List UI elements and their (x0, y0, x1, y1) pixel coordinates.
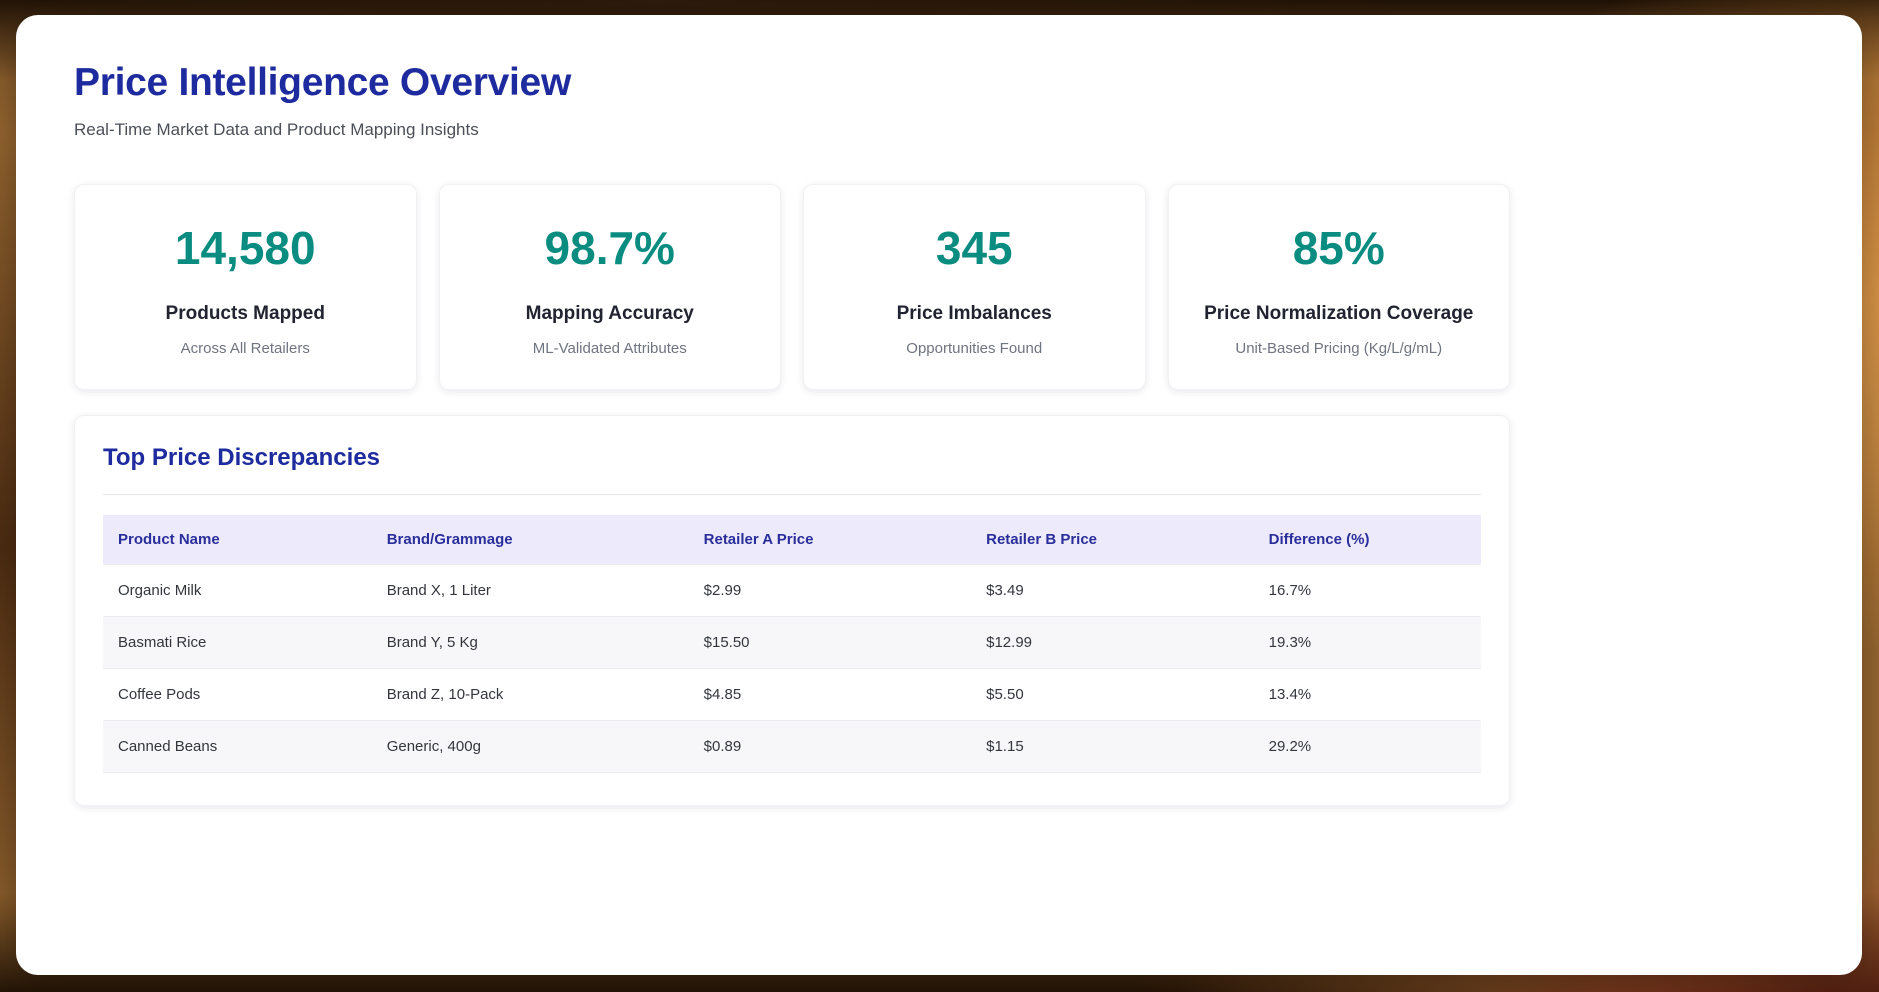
column-header-difference: Difference (%) (1254, 515, 1481, 565)
column-header-retailer-a-price: Retailer A Price (689, 515, 971, 565)
stat-sublabel: ML-Validated Attributes (450, 340, 771, 357)
cell-product-name: Basmati Rice (103, 617, 372, 669)
table-row: Basmati Rice Brand Y, 5 Kg $15.50 $12.99… (103, 617, 1481, 669)
stat-sublabel: Opportunities Found (814, 340, 1135, 357)
price-discrepancies-table: Product Name Brand/Grammage Retailer A P… (103, 515, 1481, 773)
stat-value: 98.7% (450, 221, 771, 275)
page-subtitle: Real-Time Market Data and Product Mappin… (74, 120, 1510, 140)
column-header-product-name: Product Name (103, 515, 372, 565)
stat-label: Price Normalization Coverage (1179, 303, 1500, 325)
cell-product-name: Organic Milk (103, 565, 372, 617)
cell-retailer-a-price: $2.99 (689, 565, 971, 617)
stat-label: Mapping Accuracy (450, 303, 771, 325)
stat-label: Price Imbalances (814, 303, 1135, 325)
cell-retailer-a-price: $0.89 (689, 721, 971, 773)
cell-brand-grammage: Brand Y, 5 Kg (372, 617, 689, 669)
cell-difference: 19.3% (1254, 617, 1481, 669)
cell-retailer-a-price: $4.85 (689, 669, 971, 721)
table-header-row: Product Name Brand/Grammage Retailer A P… (103, 515, 1481, 565)
stat-value: 345 (814, 221, 1135, 275)
cell-retailer-b-price: $1.15 (971, 721, 1253, 773)
cell-brand-grammage: Generic, 400g (372, 721, 689, 773)
table-row: Canned Beans Generic, 400g $0.89 $1.15 2… (103, 721, 1481, 773)
cell-product-name: Coffee Pods (103, 669, 372, 721)
cell-retailer-b-price: $12.99 (971, 617, 1253, 669)
cell-retailer-b-price: $3.49 (971, 565, 1253, 617)
stat-label: Products Mapped (85, 303, 406, 325)
cell-brand-grammage: Brand X, 1 Liter (372, 565, 689, 617)
table-row: Coffee Pods Brand Z, 10-Pack $4.85 $5.50… (103, 669, 1481, 721)
stat-card-price-imbalances: 345 Price Imbalances Opportunities Found (803, 184, 1146, 390)
column-header-brand-grammage: Brand/Grammage (372, 515, 689, 565)
cell-product-name: Canned Beans (103, 721, 372, 773)
dashboard-content: Price Intelligence Overview Real-Time Ma… (74, 61, 1510, 806)
cell-difference: 13.4% (1254, 669, 1481, 721)
cell-retailer-a-price: $15.50 (689, 617, 971, 669)
price-discrepancies-card: Top Price Discrepancies Product Name Bra… (74, 415, 1510, 806)
stat-card-products-mapped: 14,580 Products Mapped Across All Retail… (74, 184, 417, 390)
column-header-retailer-b-price: Retailer B Price (971, 515, 1253, 565)
stat-card-mapping-accuracy: 98.7% Mapping Accuracy ML-Validated Attr… (439, 184, 782, 390)
stat-sublabel: Across All Retailers (85, 340, 406, 357)
table-row: Organic Milk Brand X, 1 Liter $2.99 $3.4… (103, 565, 1481, 617)
page-title: Price Intelligence Overview (74, 61, 1510, 105)
stats-row: 14,580 Products Mapped Across All Retail… (74, 184, 1510, 390)
stat-card-normalization-coverage: 85% Price Normalization Coverage Unit-Ba… (1168, 184, 1511, 390)
cell-retailer-b-price: $5.50 (971, 669, 1253, 721)
stat-sublabel: Unit-Based Pricing (Kg/L/g/mL) (1179, 340, 1500, 357)
cell-difference: 16.7% (1254, 565, 1481, 617)
cell-difference: 29.2% (1254, 721, 1481, 773)
stat-value: 85% (1179, 221, 1500, 275)
cell-brand-grammage: Brand Z, 10-Pack (372, 669, 689, 721)
dashboard-panel: Price Intelligence Overview Real-Time Ma… (16, 15, 1862, 975)
table-title: Top Price Discrepancies (103, 444, 1481, 495)
stat-value: 14,580 (85, 221, 406, 275)
